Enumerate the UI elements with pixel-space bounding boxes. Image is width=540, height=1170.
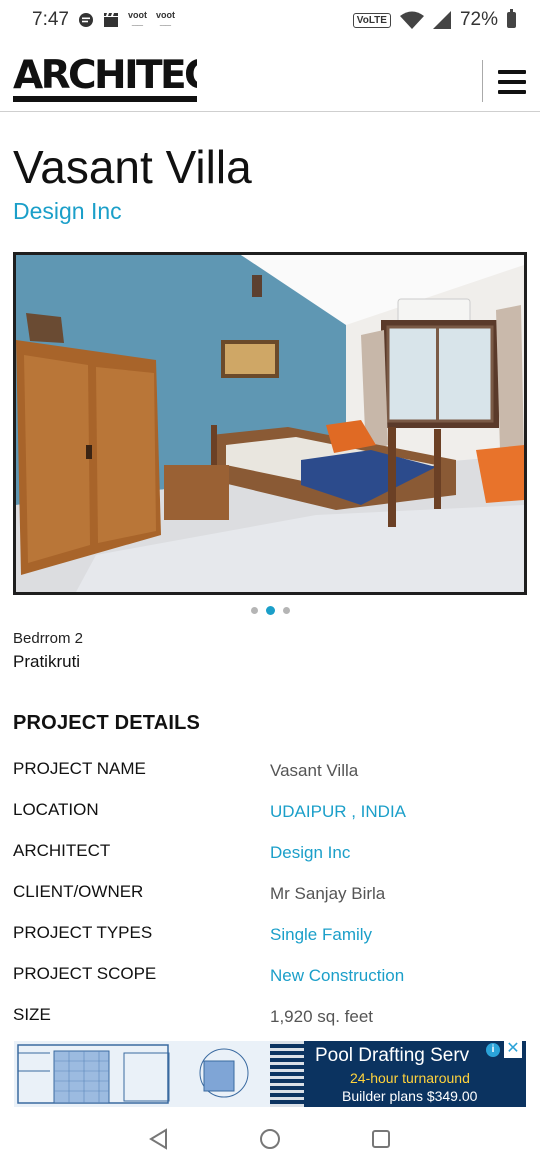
signal-icon: [432, 11, 451, 29]
detail-row-project-name: PROJECT NAME Vasant Villa: [13, 759, 513, 789]
ad-subheadline: 24-hour turnaround: [350, 1070, 470, 1086]
volte-badge: VoLTE: [352, 12, 391, 28]
detail-row-architect: ARCHITECT Design Inc: [13, 841, 513, 871]
detail-row-client: CLIENT/OWNER Mr Sanjay Birla: [13, 882, 513, 912]
voot-app-icon: voot ____: [127, 10, 147, 28]
clapper-icon: [103, 13, 118, 27]
detail-value: 1,920 sq. feet: [270, 1007, 374, 1026]
detail-label: CLIENT/OWNER: [13, 882, 144, 901]
site-header: ARCHITECT: [0, 44, 540, 112]
hamburger-menu-icon[interactable]: [498, 70, 526, 94]
ad-banner[interactable]: Pool Drafting Serv 24-hour turnaround Bu…: [14, 1041, 526, 1107]
wifi-icon: [399, 11, 424, 29]
ad-headline[interactable]: Pool Drafting Serv: [315, 1045, 469, 1067]
detail-row-project-scope: PROJECT SCOPE New Construction: [13, 964, 513, 994]
architect-firm-link[interactable]: Design Inc: [13, 198, 122, 225]
battery-icon: [507, 9, 516, 28]
ad-info-icon[interactable]: i: [486, 1043, 500, 1057]
system-nav-bar: [0, 1107, 540, 1170]
back-icon[interactable]: [147, 1127, 171, 1151]
message-icon: [78, 13, 93, 27]
detail-row-size: SIZE 1,920 sq. feet: [13, 1005, 513, 1035]
detail-label: PROJECT TYPES: [13, 923, 153, 942]
site-logo[interactable]: ARCHITECT: [13, 58, 197, 102]
detail-value: Vasant Villa: [270, 761, 359, 780]
detail-label: SIZE: [13, 1005, 51, 1024]
ad-stripes: [270, 1041, 304, 1107]
architect-link[interactable]: Design Inc: [270, 843, 350, 863]
recents-icon[interactable]: [369, 1127, 393, 1151]
clock: 7:47: [32, 9, 69, 30]
ad-blueprint-image: [14, 1041, 270, 1107]
project-photo[interactable]: [13, 252, 527, 595]
project-scope-link[interactable]: New Construction: [270, 966, 404, 986]
detail-label: PROJECT SCOPE: [13, 964, 157, 983]
carousel-dot[interactable]: [282, 607, 290, 614]
carousel-dot-active[interactable]: [265, 606, 275, 615]
detail-label: ARCHITECT: [13, 841, 111, 860]
carousel-dot[interactable]: [250, 607, 258, 614]
detail-label: PROJECT NAME: [13, 759, 146, 778]
page-title: Vasant Villa: [13, 141, 252, 193]
header-divider: [482, 60, 483, 102]
voot-app-icon: voot ____: [155, 10, 175, 28]
ad-price: Builder plans $349.00: [342, 1088, 478, 1104]
project-details-heading: PROJECT DETAILS: [13, 712, 201, 734]
bedroom-photo: [16, 255, 524, 592]
home-icon[interactable]: [258, 1127, 282, 1151]
status-left: 7:47 voot ____ voot ____: [32, 9, 175, 31]
photo-caption: Bedrrom 2: [13, 630, 84, 647]
ad-close-icon[interactable]: ✕: [504, 1041, 522, 1058]
detail-row-location: LOCATION UDAIPUR , INDIA: [13, 800, 513, 830]
status-right: VoLTE 72%: [352, 9, 516, 31]
photo-credit: Pratikruti: [13, 652, 81, 671]
carousel-dots: [0, 606, 540, 615]
detail-label: LOCATION: [13, 800, 99, 819]
location-link[interactable]: UDAIPUR , INDIA: [270, 802, 406, 822]
project-type-link[interactable]: Single Family: [270, 925, 372, 945]
status-bar: 7:47 voot ____ voot ____ VoLTE 72%: [0, 0, 540, 40]
detail-row-project-types: PROJECT TYPES Single Family: [13, 923, 513, 953]
battery-percent: 72%: [459, 9, 498, 30]
detail-value: Mr Sanjay Birla: [270, 884, 386, 903]
